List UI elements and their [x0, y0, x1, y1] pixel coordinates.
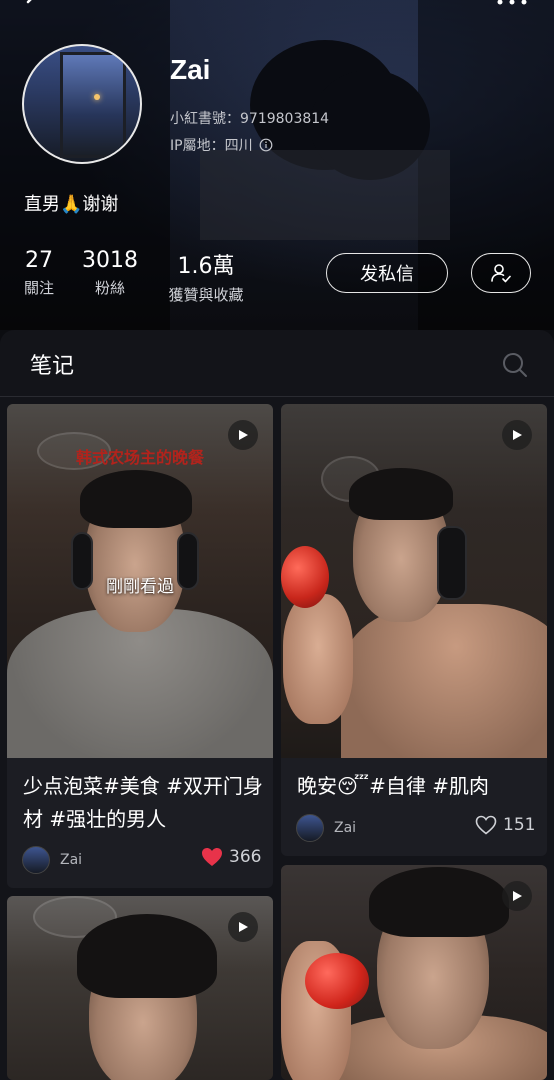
- profile-bio: 直男🙏谢谢: [24, 194, 119, 215]
- note-author[interactable]: Zai: [22, 846, 82, 874]
- more-icon[interactable]: [492, 0, 532, 18]
- note-title: 少点泡菜#美食 #双开门身材 #强壮的男人: [23, 774, 263, 831]
- user-check-icon: [491, 264, 511, 283]
- note-cover-image: [281, 865, 547, 1080]
- send-message-button[interactable]: 发私信: [326, 253, 448, 293]
- following-label: 關注: [23, 279, 54, 297]
- stat-likes[interactable]: 1.6萬 獲贊與收藏: [160, 248, 252, 305]
- info-icon[interactable]: [259, 138, 273, 152]
- note-cover-image: [7, 896, 273, 1080]
- like-count: 366: [229, 847, 262, 867]
- tab-notes[interactable]: 笔记: [30, 348, 74, 380]
- author-name: Zai: [334, 820, 357, 836]
- like-button[interactable]: 151: [475, 815, 535, 835]
- search-icon[interactable]: [500, 350, 530, 380]
- divider: [0, 396, 554, 397]
- play-icon: [228, 420, 258, 450]
- like-button[interactable]: 366: [201, 847, 261, 867]
- recently-viewed-label: 剛剛看過: [106, 577, 174, 597]
- like-count: 151: [503, 815, 536, 835]
- fans-label: 粉絲: [94, 279, 125, 297]
- note-card[interactable]: [281, 865, 547, 1080]
- author-avatar: [22, 846, 50, 874]
- likes-count: 1.6萬: [177, 254, 235, 279]
- heart-outline-icon: [475, 815, 497, 835]
- note-title: 晚安😴#自律 #肌肉: [297, 774, 489, 798]
- note-overlay-title: 韩式农场主的晚餐: [75, 448, 204, 467]
- play-icon: [502, 881, 532, 911]
- fans-count: 3018: [82, 248, 138, 273]
- ip-location-row: IP屬地：四川: [170, 135, 273, 155]
- redbook-id: 小紅書號：9719803814: [170, 111, 330, 127]
- heart-icon: [202, 848, 222, 866]
- author-avatar: [296, 814, 324, 842]
- note-card[interactable]: [7, 896, 273, 1080]
- following-count: 27: [25, 248, 53, 273]
- note-cover-image: [281, 404, 547, 758]
- author-name: Zai: [60, 852, 83, 868]
- note-author[interactable]: Zai: [296, 814, 356, 842]
- likes-label: 獲贊與收藏: [168, 286, 244, 304]
- note-card[interactable]: 晚安😴#自律 #肌肉 Zai 151: [281, 404, 547, 856]
- follow-button[interactable]: [471, 253, 531, 293]
- back-arrow-icon[interactable]: [18, 0, 48, 20]
- ip-location: IP屬地：四川: [170, 138, 253, 154]
- play-icon: [228, 912, 258, 942]
- profile-username: Zai: [170, 54, 211, 85]
- note-card[interactable]: 韩式农场主的晚餐 剛剛看過 少点泡菜#美食 #双开门身材 #强壮的男人 Zai …: [7, 404, 273, 888]
- profile-avatar[interactable]: [22, 44, 142, 164]
- play-icon: [502, 420, 532, 450]
- avatar-window-scene: [60, 52, 126, 158]
- stat-fans[interactable]: 3018 粉絲: [82, 248, 138, 298]
- note-cover-image: 韩式农场主的晚餐 剛剛看過: [7, 404, 273, 758]
- stat-following[interactable]: 27 關注: [20, 248, 58, 298]
